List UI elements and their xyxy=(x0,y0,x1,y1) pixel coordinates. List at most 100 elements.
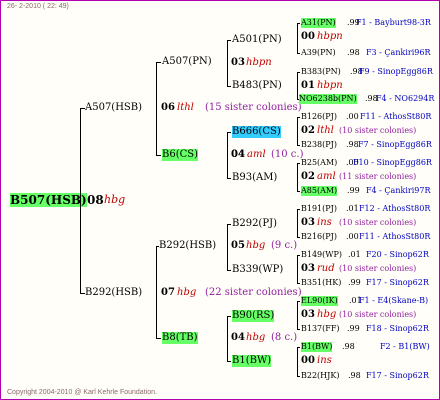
gen4-value: .98 xyxy=(348,371,361,380)
gen1-top-sisters: (15 sister colonies) xyxy=(205,102,302,113)
b483-grand-num: 01 xyxy=(301,80,315,91)
timestamp: 26- 2-2010 ( 22: 49) xyxy=(7,3,69,10)
gen4-value: .98 xyxy=(346,140,359,149)
connector xyxy=(227,224,231,225)
connector xyxy=(227,132,228,178)
queen-b191-pj[interactable]: B191(PJ) xyxy=(301,204,337,214)
queen-b8-tb[interactable]: B8(TB) xyxy=(162,332,198,344)
gen4-value: .98 xyxy=(342,342,355,351)
gen4-value: .99 xyxy=(347,186,360,195)
gen4-origin: F10 - SinopEgg86R xyxy=(353,158,432,167)
root-num: 08 xyxy=(87,193,104,207)
copyright: Copyright 2004-2010 @ Karl Kehrle Founda… xyxy=(7,389,157,396)
b8tb-code: hbg xyxy=(246,332,266,343)
b8tb-sisters: (8 c.) xyxy=(271,332,298,343)
gen4-origin: F11 - AthosSt80R xyxy=(359,232,431,241)
queen-b6-cs[interactable]: B6(CS) xyxy=(162,149,199,161)
gen4-origin: F7 - SinopEgg86R xyxy=(358,140,432,149)
connector xyxy=(227,132,231,133)
gen4-origin: F17 - Sinop62R xyxy=(366,371,429,380)
connector xyxy=(80,108,81,293)
gen4-value: .00 xyxy=(346,232,359,241)
connector xyxy=(297,163,300,164)
queen-b238-pj[interactable]: B238(PJ) xyxy=(301,140,337,150)
gen4-value: .00 xyxy=(346,112,359,121)
connector xyxy=(156,62,161,63)
b6cs-sisters: (10 c.) xyxy=(271,149,304,160)
connector xyxy=(297,23,300,24)
root-queen[interactable]: B507(HSB) xyxy=(10,193,87,207)
queen-b1-bw[interactable]: B1(BW) xyxy=(232,355,272,367)
gen4-origin: F2 - B1(BW) xyxy=(380,342,430,351)
b1bw-code: ins xyxy=(317,355,332,366)
queen-a507-hsb[interactable]: A507(HSB) xyxy=(85,102,142,114)
b292pj-code: ins xyxy=(317,217,332,228)
queen-a507-pn[interactable]: A507(PN) xyxy=(162,56,212,68)
connector xyxy=(297,72,300,73)
connector xyxy=(156,155,161,156)
gen4-value: .01 xyxy=(348,250,361,259)
gen1-bot-num: 07 xyxy=(161,287,175,298)
connector xyxy=(156,62,157,155)
connector xyxy=(297,255,300,256)
queen-el90-ik[interactable]: EL90(IK) xyxy=(301,296,338,306)
queen-b351-hk[interactable]: B351(HK) xyxy=(301,278,341,288)
gen4-value: .99 xyxy=(347,324,360,333)
b292pj-sisters: (10 sister colonies) xyxy=(339,218,417,227)
queen-b126-pj[interactable]: B126(PJ) xyxy=(301,112,337,122)
queen-b93-am[interactable]: B93(AM) xyxy=(232,172,277,184)
connector xyxy=(297,376,300,377)
gen1-bot-code: hbg xyxy=(177,287,197,298)
b483-grand-code: hbpn xyxy=(317,80,343,91)
queen-b483-pn[interactable]: B483(PN) xyxy=(232,80,282,92)
queen-b1-bw-grand[interactable]: B1(BW) xyxy=(301,342,333,352)
queen-b22-hjk[interactable]: B22(HJK) xyxy=(301,371,339,381)
queen-a85-am[interactable]: A85(AM) xyxy=(301,186,338,196)
gen4-origin: F4 - Çankiri97R xyxy=(366,186,431,195)
connector xyxy=(297,329,300,330)
queen-a31-pn[interactable]: A31(PN) xyxy=(301,18,336,28)
gen4-origin: F12 - AthosSt80R xyxy=(359,204,431,213)
gen4-origin: F4 - NO6294R xyxy=(376,94,435,103)
queen-b90-rs[interactable]: B90(RS) xyxy=(232,310,275,322)
root-code: hbg xyxy=(104,193,126,206)
queen-b137-ff[interactable]: B137(FF) xyxy=(301,324,340,334)
queen-b666-cs[interactable]: B666(CS) xyxy=(232,126,281,138)
connector xyxy=(227,86,231,87)
queen-b292-hsb[interactable]: B292(HSB) xyxy=(85,287,142,299)
queen-b292-pj[interactable]: B292(PJ) xyxy=(232,218,277,230)
queen-a39-pn[interactable]: A39(PN) xyxy=(301,48,336,58)
queen-b25-am[interactable]: B25(AM) xyxy=(301,158,337,168)
connector xyxy=(227,40,228,86)
queen-b383-pn[interactable]: B383(PN) xyxy=(301,67,341,77)
b93am-num: 04 xyxy=(231,149,245,160)
b90-num: 03 xyxy=(301,309,315,320)
connector xyxy=(227,178,231,179)
queen-no6238b-pn[interactable]: NO6238b(PN) xyxy=(299,94,357,104)
b93-num: 02 xyxy=(301,171,315,182)
b90-sisters: (10 sister colonies) xyxy=(339,310,417,319)
gen4-origin: F20 - Sinop62R xyxy=(366,250,429,259)
gen1-bot-sisters: (22 sister colonies) xyxy=(205,287,302,298)
queen-a501-pn[interactable]: A501(PN) xyxy=(232,34,282,46)
b292hsb-num: 05 xyxy=(231,240,245,251)
connector xyxy=(297,117,300,118)
connector xyxy=(297,209,300,210)
b292hsb-code: hbg xyxy=(246,240,266,251)
queen-b339-wp[interactable]: B339(WP) xyxy=(232,264,283,276)
connector xyxy=(297,347,298,376)
b292hsb-sisters: (9 c.) xyxy=(271,240,298,251)
queen-b292-hsb-2[interactable]: B292(HSB) xyxy=(159,240,216,252)
b93-code: aml xyxy=(317,171,336,182)
queen-b216-pj[interactable]: B216(PJ) xyxy=(301,232,337,242)
b8tb-num: 04 xyxy=(231,332,245,343)
connector xyxy=(227,316,228,361)
b93-sisters: (11 sister colonies) xyxy=(339,172,417,181)
connector xyxy=(297,255,298,283)
b292pj-num: 03 xyxy=(301,217,315,228)
gen4-value: .01 xyxy=(346,204,359,213)
b1bw-num: 00 xyxy=(301,355,315,366)
queen-b149-wp[interactable]: B149(WP) xyxy=(301,250,342,260)
b666-code: lthl xyxy=(317,125,334,136)
b666-sisters: (10 sister colonies) xyxy=(339,126,417,135)
